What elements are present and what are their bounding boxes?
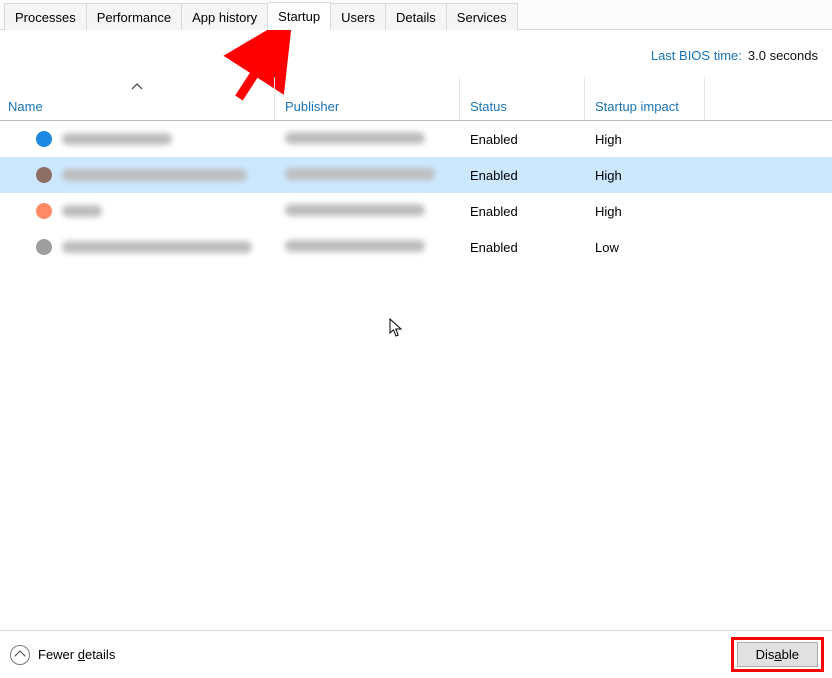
publisher-blurred [285, 168, 435, 180]
startup-list: EnabledHighEnabledHighEnabledHighEnabled… [0, 121, 832, 630]
header-status[interactable]: Status [460, 77, 585, 120]
table-row[interactable]: EnabledLow [0, 229, 832, 265]
tab-bar: Processes Performance App history Startu… [0, 0, 832, 30]
cell-impact: Low [585, 240, 705, 255]
publisher-blurred [285, 204, 425, 216]
cell-status: Enabled [460, 132, 585, 147]
cell-impact: High [585, 132, 705, 147]
cell-publisher [275, 168, 460, 183]
app-name-blurred [62, 133, 172, 145]
cell-name [0, 131, 275, 147]
collapse-icon [10, 645, 30, 665]
app-name-blurred [62, 241, 252, 253]
cell-publisher [275, 204, 460, 219]
bios-time: Last BIOS time: 3.0 seconds [0, 30, 832, 63]
cell-name [0, 167, 275, 183]
header-name[interactable]: Name [0, 77, 275, 120]
cell-publisher [275, 240, 460, 255]
table-row[interactable]: EnabledHigh [0, 193, 832, 229]
cell-status: Enabled [460, 168, 585, 183]
tab-services[interactable]: Services [447, 3, 518, 30]
tab-processes[interactable]: Processes [4, 3, 87, 30]
disable-button[interactable]: Disable [737, 642, 818, 667]
app-icon [36, 203, 52, 219]
cell-impact: High [585, 168, 705, 183]
app-icon [36, 167, 52, 183]
publisher-blurred [285, 132, 425, 144]
cell-status: Enabled [460, 240, 585, 255]
app-name-blurred [62, 205, 102, 217]
header-name-label: Name [8, 99, 43, 114]
tab-performance[interactable]: Performance [87, 3, 182, 30]
cell-name [0, 239, 275, 255]
header-publisher[interactable]: Publisher [275, 77, 460, 120]
header-impact[interactable]: Startup impact [585, 77, 705, 120]
column-headers: Name Publisher Status Startup impact [0, 77, 832, 121]
task-manager-window: Processes Performance App history Startu… [0, 0, 832, 678]
table-row[interactable]: EnabledHigh [0, 121, 832, 157]
bios-time-label: Last BIOS time: [651, 48, 742, 63]
tab-users[interactable]: Users [331, 3, 386, 30]
sort-ascending-icon [131, 83, 143, 91]
app-icon [36, 131, 52, 147]
app-name-blurred [62, 169, 247, 181]
publisher-blurred [285, 240, 425, 252]
tab-startup[interactable]: Startup [268, 2, 331, 30]
cell-impact: High [585, 204, 705, 219]
table-row[interactable]: EnabledHigh [0, 157, 832, 193]
fewer-details-label: Fewer details [38, 647, 115, 662]
cell-publisher [275, 132, 460, 147]
cell-status: Enabled [460, 204, 585, 219]
header-publisher-label: Publisher [285, 99, 339, 114]
footer-bar: Fewer details Disable [0, 630, 832, 678]
tab-details[interactable]: Details [386, 3, 447, 30]
app-icon [36, 239, 52, 255]
header-impact-label: Startup impact [595, 99, 679, 114]
cell-name [0, 203, 275, 219]
header-status-label: Status [470, 99, 507, 114]
fewer-details-toggle[interactable]: Fewer details [10, 645, 115, 665]
tab-app-history[interactable]: App history [182, 3, 268, 30]
bios-time-value: 3.0 seconds [748, 48, 818, 63]
